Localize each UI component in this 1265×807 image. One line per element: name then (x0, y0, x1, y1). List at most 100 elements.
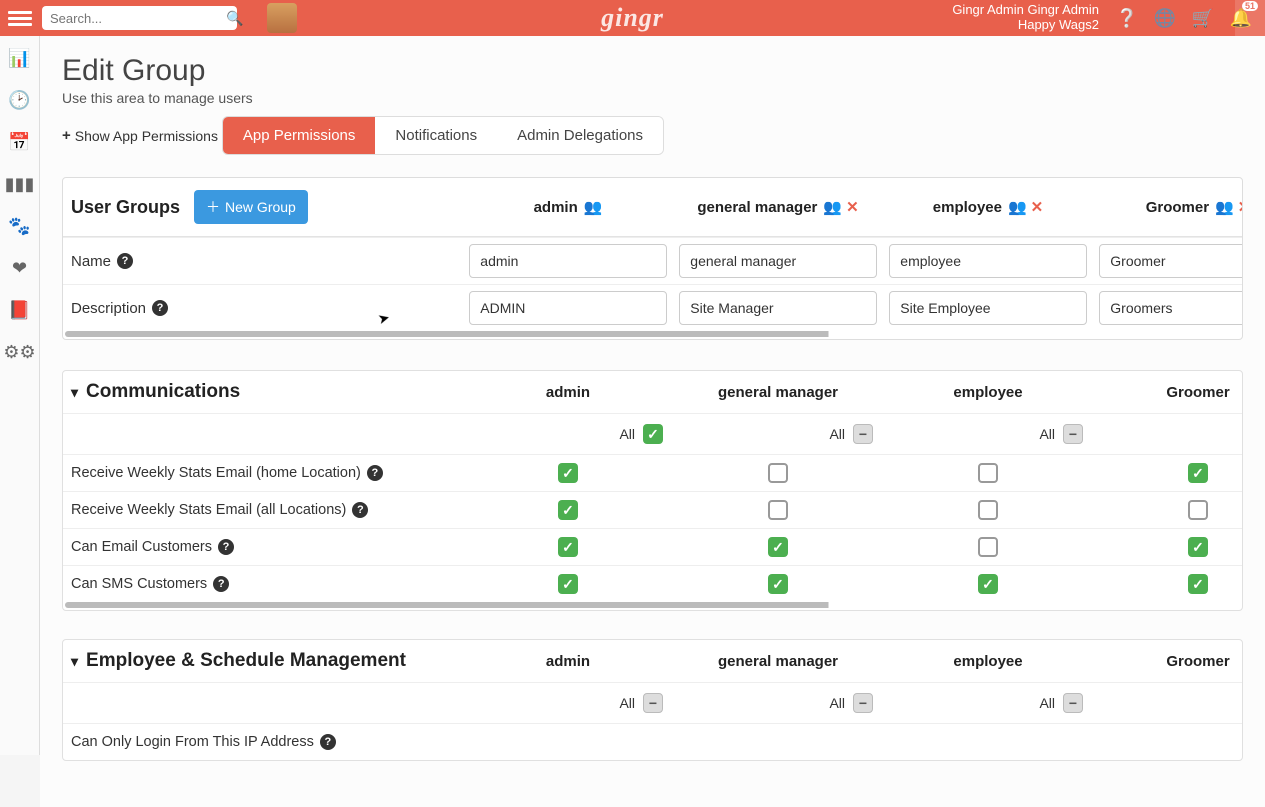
checkbox[interactable] (558, 574, 578, 594)
employee-schedule-section: ▾ Employee & Schedule Management admin g… (62, 639, 1243, 761)
checkbox[interactable] (643, 424, 663, 444)
horizontal-scrollbar[interactable] (65, 602, 1240, 608)
permission-row: Receive Weekly Stats Email (all Location… (63, 491, 1242, 528)
left-sidebar: 📊 🕑 📅 ▮▮▮ 🐾 ❤ 📕 ⚙⚙ (0, 36, 40, 755)
permission-row: Can Email Customers? (63, 528, 1242, 565)
search-icon[interactable]: 🔍 (226, 10, 243, 27)
plus-icon: + (62, 127, 71, 144)
help-icon[interactable]: ? (320, 734, 336, 750)
users-icon[interactable]: 👥 (1008, 198, 1027, 216)
checkbox[interactable] (1063, 693, 1083, 713)
col-groomer: Groomer (1093, 384, 1243, 401)
settings-icon[interactable]: ⚙⚙ (8, 340, 32, 364)
calendar-icon[interactable]: 📅 (8, 130, 32, 154)
group-header-employee: employee 👥✕ (933, 198, 1043, 216)
checkbox[interactable] (768, 574, 788, 594)
permission-label: Can Email Customers (71, 539, 212, 555)
name-label: Name (71, 253, 111, 270)
tab-app-permissions[interactable]: App Permissions (223, 117, 376, 154)
clock-icon[interactable]: 🕑 (8, 88, 32, 112)
main-content: Edit Group Use this area to manage users… (40, 36, 1265, 807)
checkbox[interactable] (1188, 574, 1208, 594)
col-employee: employee (883, 384, 1093, 401)
remove-group-icon[interactable]: ✕ (1031, 198, 1044, 216)
search-box[interactable]: 🔍 (42, 6, 237, 30)
user-location: Happy Wags2 (952, 18, 1099, 33)
checkbox[interactable] (978, 463, 998, 483)
checkbox[interactable] (768, 500, 788, 520)
group-header-general-manager: general manager 👥✕ (697, 198, 858, 216)
horizontal-scrollbar[interactable] (65, 331, 1240, 337)
tab-notifications[interactable]: Notifications (375, 117, 497, 154)
all-label: All (829, 426, 845, 442)
group-name-input-admin[interactable] (469, 244, 666, 278)
help-icon[interactable]: ? (218, 539, 234, 555)
col-admin: admin (463, 653, 673, 670)
heart-icon[interactable]: ❤ (8, 256, 32, 280)
help-icon[interactable]: ? (213, 576, 229, 592)
all-label: All (1039, 695, 1055, 711)
permission-row: Receive Weekly Stats Email (home Locatio… (63, 454, 1242, 491)
mascot-icon (267, 3, 297, 33)
chevron-down-icon[interactable]: ▾ (71, 384, 78, 401)
col-general-manager: general manager (673, 653, 883, 670)
page-subtitle: Use this area to manage users (62, 90, 1243, 106)
barcode-icon[interactable]: ▮▮▮ (8, 172, 32, 196)
help-icon[interactable]: ? (367, 465, 383, 481)
permission-label: Can Only Login From This IP Address (71, 734, 314, 750)
checkbox[interactable] (853, 693, 873, 713)
users-icon[interactable]: 👥 (1215, 198, 1234, 216)
checkbox[interactable] (1063, 424, 1083, 444)
search-input[interactable] (50, 11, 226, 26)
hamburger-menu-icon[interactable] (8, 6, 32, 30)
tab-admin-delegations[interactable]: Admin Delegations (497, 117, 663, 154)
show-app-permissions-toggle[interactable]: + Show App Permissions (62, 127, 218, 144)
remove-group-icon[interactable]: ✕ (846, 198, 859, 216)
globe-icon[interactable]: 🌐 (1155, 8, 1175, 28)
checkbox[interactable] (558, 463, 578, 483)
help-icon[interactable]: ? (152, 300, 168, 316)
group-name-input-general-manager[interactable] (679, 244, 876, 278)
col-employee: employee (883, 653, 1093, 670)
checkbox[interactable] (853, 424, 873, 444)
checkbox[interactable] (1188, 500, 1208, 520)
help-icon[interactable]: ? (117, 253, 133, 269)
all-label: All (1039, 426, 1055, 442)
checkbox[interactable] (558, 537, 578, 557)
checkbox[interactable] (978, 537, 998, 557)
group-desc-input-admin[interactable] (469, 291, 666, 325)
checkbox[interactable] (643, 693, 663, 713)
group-name-input-employee[interactable] (889, 244, 1086, 278)
permission-row: Can Only Login From This IP Address? (63, 723, 1242, 760)
new-group-button[interactable]: ＋ New Group (194, 190, 308, 224)
cart-icon[interactable]: 🛒 (1193, 8, 1213, 28)
chevron-down-icon[interactable]: ▾ (71, 653, 78, 670)
remove-group-icon[interactable]: ✕ (1238, 198, 1242, 216)
help-icon[interactable]: ❔ (1117, 8, 1137, 28)
checkbox[interactable] (1188, 463, 1208, 483)
permission-label: Receive Weekly Stats Email (home Locatio… (71, 465, 361, 481)
paw-icon[interactable]: 🐾 (8, 214, 32, 238)
users-icon[interactable]: 👥 (584, 198, 603, 216)
checkbox[interactable] (768, 537, 788, 557)
book-icon[interactable]: 📕 (8, 298, 32, 322)
user-name: Gingr Admin Gingr Admin (952, 3, 1099, 18)
checkbox[interactable] (558, 500, 578, 520)
group-desc-input-employee[interactable] (889, 291, 1086, 325)
current-user[interactable]: Gingr Admin Gingr Admin Happy Wags2 (952, 3, 1099, 33)
permission-row: Can SMS Customers? (63, 565, 1242, 602)
dashboard-icon[interactable]: 📊 (8, 46, 32, 70)
logo: gingr (601, 3, 664, 33)
user-groups-title: User Groups (71, 197, 180, 218)
group-desc-input-groomer[interactable] (1099, 291, 1242, 325)
checkbox[interactable] (768, 463, 788, 483)
checkbox[interactable] (978, 500, 998, 520)
checkbox[interactable] (978, 574, 998, 594)
help-icon[interactable]: ? (352, 502, 368, 518)
checkbox[interactable] (1188, 537, 1208, 557)
group-name-input-groomer[interactable] (1099, 244, 1242, 278)
users-icon[interactable]: 👥 (823, 198, 842, 216)
page-title: Edit Group (62, 54, 1243, 88)
group-desc-input-general-manager[interactable] (679, 291, 876, 325)
col-general-manager: general manager (673, 384, 883, 401)
